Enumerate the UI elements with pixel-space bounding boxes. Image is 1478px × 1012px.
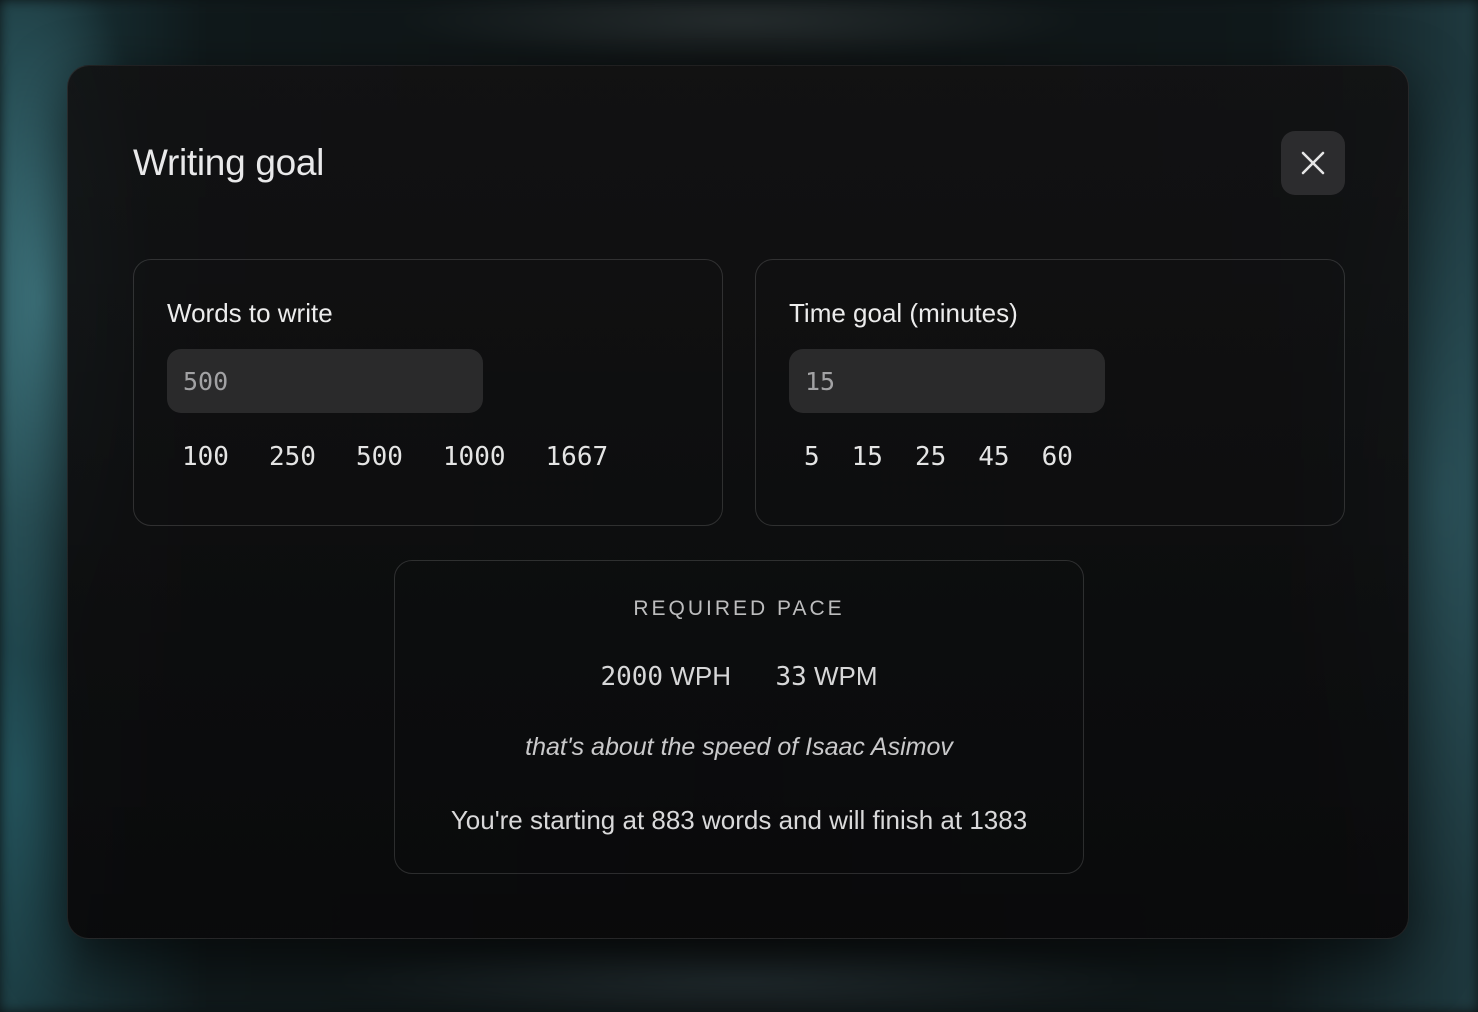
words-to-write-input[interactable] (167, 349, 483, 413)
close-button[interactable] (1281, 131, 1345, 195)
wpm-unit: WPM (814, 661, 878, 691)
writing-goal-dialog: Writing goal Words to write 100 250 500 … (67, 65, 1409, 939)
words-preset-1000[interactable]: 1000 (428, 440, 522, 474)
wph-unit: WPH (670, 661, 731, 691)
time-preset-45[interactable]: 45 (963, 440, 1025, 474)
wpm-value: 33 (775, 662, 807, 692)
pace-values: 2000 WPH 33 WPM (395, 661, 1083, 692)
time-goal-input[interactable] (789, 349, 1105, 413)
words-preset-1667[interactable]: 1667 (531, 440, 625, 474)
time-preset-15[interactable]: 15 (837, 440, 899, 474)
words-preset-500[interactable]: 500 (341, 440, 419, 474)
wph-value: 2000 (600, 662, 664, 692)
time-preset-5[interactable]: 5 (789, 440, 836, 474)
time-goal-label: Time goal (minutes) (789, 298, 1018, 328)
words-preset-100[interactable]: 100 (167, 440, 245, 474)
time-goal-panel: Time goal (minutes) 5 15 25 45 60 (755, 259, 1345, 526)
words-preset-250[interactable]: 250 (254, 440, 332, 474)
time-preset-25[interactable]: 25 (900, 440, 962, 474)
word-count-summary: You're starting at 883 words and will fi… (450, 805, 1028, 835)
words-to-write-label: Words to write (167, 298, 333, 328)
words-to-write-panel: Words to write 100 250 500 1000 1667 (133, 259, 723, 526)
required-pace-panel: REQUIRED PACE 2000 WPH 33 WPM that's abo… (394, 560, 1084, 874)
close-icon (1301, 151, 1325, 175)
time-preset-list: 5 15 25 45 60 (789, 440, 1090, 474)
required-pace-heading: REQUIRED PACE (633, 597, 845, 620)
dialog-title: Writing goal (133, 142, 325, 183)
pace-comparison-text: that's about the speed of Isaac Asimov (525, 733, 953, 761)
time-preset-60[interactable]: 60 (1027, 440, 1089, 474)
words-preset-list: 100 250 500 1000 1667 (167, 440, 633, 474)
